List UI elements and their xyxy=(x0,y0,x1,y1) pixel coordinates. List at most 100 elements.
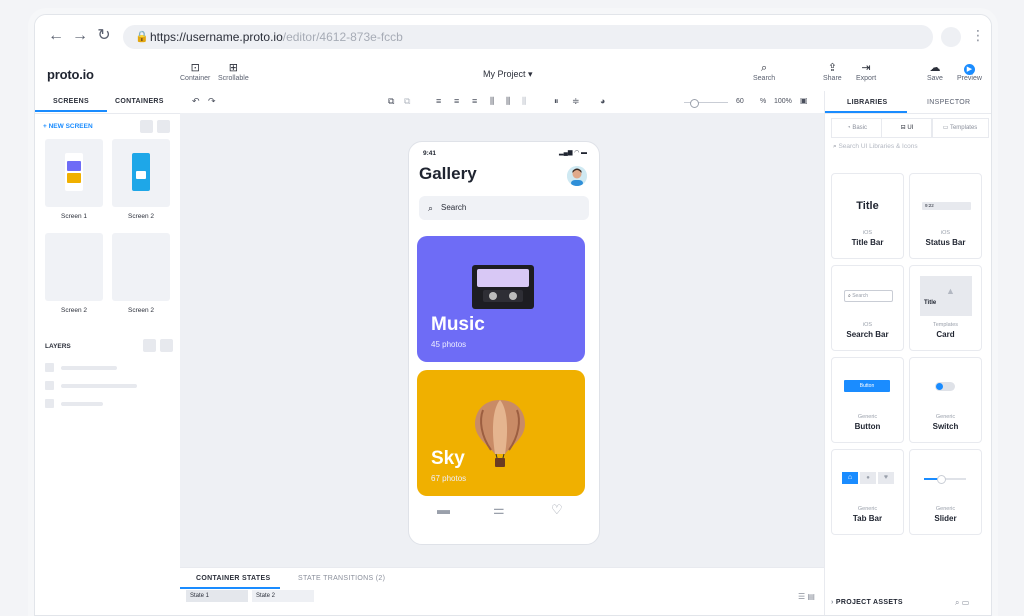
zoom-slider-handle[interactable] xyxy=(690,99,699,108)
list-view-button[interactable] xyxy=(157,120,170,133)
component-name: Slider xyxy=(934,514,957,523)
align-bottom-icon[interactable]: ⫼ xyxy=(522,96,526,107)
back-icon[interactable]: ← xyxy=(47,27,65,45)
tab-state-transitions[interactable]: STATE TRANSITIONS (2) xyxy=(298,575,385,582)
export-button[interactable]: ⇥ Export xyxy=(856,61,876,82)
align-middle-icon[interactable]: ⫼ xyxy=(506,96,510,107)
align-center-icon[interactable]: ≡ xyxy=(454,96,459,106)
arrange-icon[interactable]: ◕ xyxy=(600,96,605,106)
switch-preview xyxy=(935,382,955,391)
library-item-tab-bar[interactable]: ⌂ ● ♥ Generic Tab Bar xyxy=(831,449,904,535)
layer-icon xyxy=(45,399,54,408)
address-bar[interactable]: 🔒 https://username.proto.io/editor/4612-… xyxy=(123,25,933,49)
tab-libraries[interactable]: LIBRARIES xyxy=(847,99,887,106)
layer-icon xyxy=(45,381,54,390)
gallery-card-sky[interactable]: Sky 67 photos xyxy=(417,370,585,496)
screen-thumbnail-4[interactable] xyxy=(112,233,170,301)
library-item-slider[interactable]: Generic Slider xyxy=(909,449,982,535)
left-tabs: SCREENS CONTAINERS xyxy=(35,91,180,114)
thumb-sky-block xyxy=(67,173,81,183)
library-item-card[interactable]: Title ▲ Templates Card xyxy=(909,265,982,351)
phone-frame[interactable]: 9:41 ▂▄▆ ◠ ▬ Gallery ⌕ Search Music 45 p… xyxy=(408,141,600,545)
search-label: Search xyxy=(753,75,776,82)
library-item-search-bar[interactable]: ⌕ Search iOS Search Bar xyxy=(831,265,904,351)
share-icon: ⇪ xyxy=(827,62,837,74)
screen-thumbnail-1[interactable] xyxy=(45,139,103,207)
filters-icon[interactable]: ⚌ xyxy=(493,502,505,518)
active-tab-indicator xyxy=(180,587,280,589)
gallery-card-music[interactable]: Music 45 photos xyxy=(417,236,585,362)
search-button[interactable]: ⌕ Search xyxy=(753,61,775,82)
screen-thumbnail-3[interactable] xyxy=(45,233,103,301)
component-name: Search Bar xyxy=(846,330,889,339)
canvas-settings-icon[interactable]: ▣ xyxy=(800,96,808,105)
design-canvas[interactable]: 9:41 ▂▄▆ ◠ ▬ Gallery ⌕ Search Music 45 p… xyxy=(180,113,824,567)
redo-icon[interactable]: ↷ xyxy=(208,96,216,107)
tab-screens[interactable]: SCREENS xyxy=(35,98,107,112)
preview-button[interactable]: ▶ Preview xyxy=(957,61,982,82)
zoom-fit[interactable]: 100% xyxy=(774,98,792,105)
heart-icon[interactable]: ♡ xyxy=(551,502,563,518)
export-icon: ⇥ xyxy=(861,62,871,74)
search-input[interactable]: ⌕ Search xyxy=(419,196,589,220)
page-title: Gallery xyxy=(419,164,477,183)
component-category: Generic xyxy=(857,414,878,420)
project-name[interactable]: My Project ▾ xyxy=(483,69,533,80)
grid-view-button[interactable] xyxy=(140,120,153,133)
scrollable-button[interactable]: ⊞ Scrollable xyxy=(218,61,249,82)
folder-icon[interactable]: ▬ xyxy=(437,502,450,517)
ungroup-icon[interactable]: ⧉ xyxy=(404,96,410,107)
library-item-status-bar[interactable]: 9:22 iOS Status Bar xyxy=(909,173,982,259)
zoom-value[interactable]: 60 xyxy=(736,98,744,105)
avatar[interactable] xyxy=(567,166,587,186)
tab-containers[interactable]: CONTAINERS xyxy=(115,98,164,105)
tab-inspector[interactable]: INSPECTOR xyxy=(927,99,970,106)
thumb-preview xyxy=(65,153,83,191)
library-search-placeholder: Search UI Libraries & Icons xyxy=(838,143,918,150)
button-preview: Button xyxy=(844,380,890,392)
card-subtitle-sky: 67 photos xyxy=(431,474,467,483)
segment-templates[interactable]: ▭ Templates xyxy=(931,118,989,138)
reload-icon[interactable]: ↻ xyxy=(95,27,113,45)
container-button[interactable]: ⊡ Container xyxy=(180,61,210,82)
library-search-input[interactable]: ⌕ Search UI Libraries & Icons xyxy=(833,143,918,151)
layers-action-1[interactable] xyxy=(143,339,156,352)
share-button[interactable]: ⇪ Share xyxy=(823,61,842,82)
segment-ui[interactable]: ⊟ UI xyxy=(881,118,933,138)
distribute-v-icon[interactable]: ≑ xyxy=(572,96,580,107)
component-name: Status Bar xyxy=(925,238,966,247)
screen-thumbnail-2[interactable] xyxy=(112,139,170,207)
align-top-icon[interactable]: ⫼ xyxy=(490,96,494,107)
library-item-switch[interactable]: Generic Switch xyxy=(909,357,982,443)
tab-container-states[interactable]: CONTAINER STATES xyxy=(196,575,270,582)
export-label: Export xyxy=(856,75,877,82)
browser-menu-icon[interactable]: ⋮ xyxy=(971,27,985,44)
library-item-button[interactable]: Button Generic Button xyxy=(831,357,904,443)
zoom-unit: % xyxy=(760,98,767,105)
search-icon: ⌕ xyxy=(428,203,434,213)
layers-action-2[interactable] xyxy=(160,339,173,352)
segment-basic-label: Basic xyxy=(852,125,867,131)
card-preview-title: Title xyxy=(924,300,937,306)
align-left-icon[interactable]: ≡ xyxy=(436,96,441,106)
undo-icon[interactable]: ↶ xyxy=(192,96,200,107)
state-item[interactable]: State 1 xyxy=(186,590,248,602)
zoom-slider[interactable] xyxy=(684,99,728,108)
segment-basic[interactable]: ◔ Basic xyxy=(831,118,883,138)
browser-bar: ← → ↻ 🔒 https://username.proto.io/editor… xyxy=(35,15,991,59)
container-icon: ⊡ xyxy=(190,62,200,74)
project-assets-header[interactable]: › PROJECT ASSETS xyxy=(831,599,903,606)
new-screen-button[interactable]: + NEW SCREEN xyxy=(43,123,93,130)
state-item[interactable]: State 2 xyxy=(252,590,314,602)
title-bar-preview: Title xyxy=(856,200,879,212)
library-item-title-bar[interactable]: Title iOS Title Bar xyxy=(831,173,904,259)
forward-icon[interactable]: → xyxy=(71,27,89,45)
scrollable-icon: ⊞ xyxy=(228,62,238,74)
cassette-icon xyxy=(472,265,534,309)
align-right-icon[interactable]: ≡ xyxy=(472,96,477,106)
distribute-h-icon[interactable]: ⏸ xyxy=(554,96,559,107)
save-button[interactable]: ☁ Save xyxy=(927,61,943,82)
profile-avatar[interactable] xyxy=(941,27,961,47)
group-icon[interactable]: ⧉ xyxy=(388,96,394,107)
divider xyxy=(825,113,991,114)
